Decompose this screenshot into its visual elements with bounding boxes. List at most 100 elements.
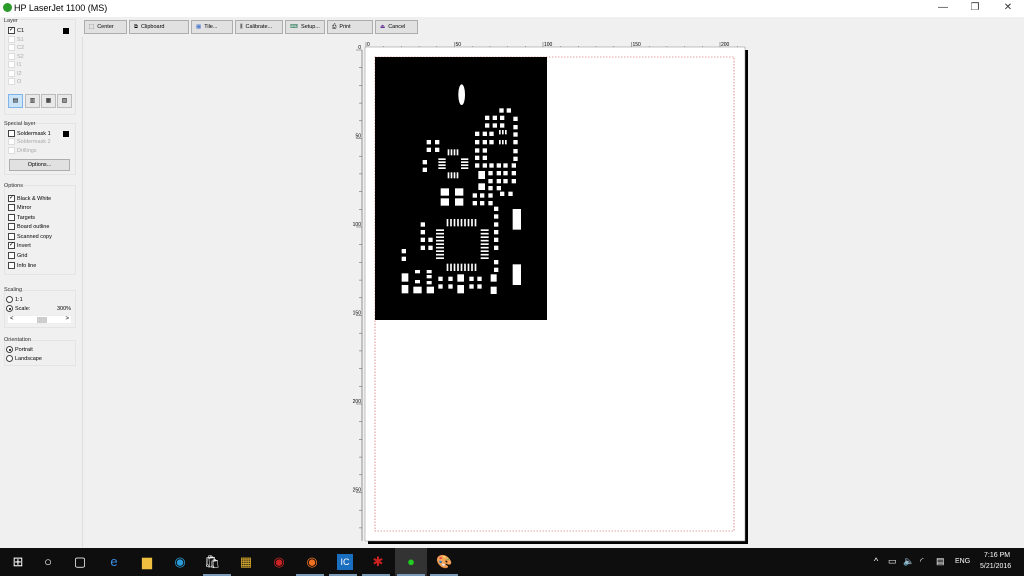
orientation-portrait-radio[interactable]: Portrait: [6, 345, 33, 354]
app-bug-icon[interactable]: ✱: [370, 554, 386, 570]
pcb-pad: [496, 186, 501, 191]
pcb-pad: [494, 206, 499, 211]
checkbox[interactable]: [8, 130, 15, 137]
tray-chevron-icon[interactable]: ^: [874, 556, 878, 566]
checkbox: [8, 78, 15, 85]
checkbox[interactable]: [8, 262, 15, 269]
label: Clipboard: [140, 24, 165, 30]
tile-button[interactable]: ▦ Tile...: [191, 20, 233, 34]
layer-view-icon-2[interactable]: ▥: [25, 94, 40, 108]
soldermask-color-swatch[interactable]: [63, 131, 69, 137]
pcb-pad: [500, 123, 505, 128]
action-center-icon[interactable]: ▤: [936, 556, 945, 567]
option-scanned-copy[interactable]: Scanned copy: [8, 232, 52, 241]
pcb-pad: [478, 171, 485, 179]
checkbox[interactable]: ✓: [8, 242, 15, 249]
checkbox[interactable]: ✓: [8, 27, 15, 34]
option-targets[interactable]: Targets: [8, 213, 35, 222]
checkbox[interactable]: [8, 252, 15, 259]
label: Drillings: [17, 147, 37, 154]
center-button[interactable]: ⬚ Center: [84, 20, 127, 34]
pcb-pad: [494, 222, 499, 227]
file-explorer-icon[interactable]: ▆: [139, 554, 155, 570]
pcb-pad: [458, 84, 465, 105]
checkbox[interactable]: ✓: [8, 195, 15, 202]
label: Targets: [17, 214, 36, 221]
setup-button[interactable]: ⌨ Setup...: [285, 20, 325, 34]
pcb-pad: [508, 191, 513, 196]
scaling-1-1-radio[interactable]: 1:1: [6, 295, 23, 304]
scroll-left-arrow[interactable]: <: [10, 316, 14, 322]
scale-slider-thumb[interactable]: [37, 317, 47, 323]
clipboard-button[interactable]: ⧉ Clipboard: [129, 20, 189, 34]
firefox-icon[interactable]: ◉: [304, 554, 320, 570]
store-icon[interactable]: 🛍: [204, 554, 221, 570]
options-button[interactable]: Options...: [9, 159, 70, 171]
option-invert[interactable]: ✓ Invert: [8, 241, 31, 250]
pcb-pad: [485, 115, 490, 120]
calibrate-button[interactable]: ⫼ Calibrate...: [235, 20, 283, 34]
option-mirror[interactable]: Mirror: [8, 203, 31, 212]
layer-color-swatch[interactable]: [63, 28, 69, 34]
app-yellow-icon[interactable]: ▦: [238, 554, 254, 570]
pcb-pad: [453, 263, 456, 271]
option-grid[interactable]: Grid: [8, 251, 27, 260]
search-icon[interactable]: ○: [40, 554, 56, 570]
radio[interactable]: [6, 296, 13, 303]
pcb-pad: [420, 245, 425, 250]
options-title: Options: [4, 183, 23, 189]
radio[interactable]: [6, 355, 13, 362]
layer-view-icon-4[interactable]: ▧: [57, 94, 72, 108]
paint-icon[interactable]: 🎨: [436, 554, 452, 570]
wifi-icon[interactable]: ◜: [920, 556, 924, 567]
scroll-right-arrow[interactable]: >: [65, 316, 69, 322]
ruler-left-label: 250: [353, 488, 362, 494]
label: Cancel: [388, 24, 406, 30]
print-button[interactable]: ⎙ Print: [327, 20, 373, 34]
setup-icon: ⌨: [290, 24, 298, 30]
close-button[interactable]: ✕: [993, 2, 1023, 15]
option-info-line[interactable]: Info line: [8, 261, 36, 270]
radio[interactable]: [6, 305, 13, 312]
option-board-outline[interactable]: Board outline: [8, 222, 49, 231]
layer-view-icon-1[interactable]: ▤: [8, 94, 23, 108]
scaling-scale-radio[interactable]: Scale:: [6, 304, 30, 313]
restore-button[interactable]: ❐: [960, 2, 990, 15]
option-black-white[interactable]: ✓ Black & White: [8, 194, 51, 203]
checkbox[interactable]: [8, 204, 15, 211]
pcb-pad: [460, 263, 463, 271]
pcb-pad: [440, 188, 449, 196]
cancel-button[interactable]: ⏏ Cancel: [375, 20, 418, 34]
label: S1: [17, 36, 24, 43]
layer-c1[interactable]: ✓ C1: [8, 26, 24, 35]
layer-view-icon-3[interactable]: ▦: [41, 94, 56, 108]
orientation-landscape-radio[interactable]: Landscape: [6, 354, 42, 363]
checkbox[interactable]: [8, 223, 15, 230]
scale-slider[interactable]: < >: [7, 315, 72, 324]
edge-icon[interactable]: e: [106, 554, 122, 570]
pcb-pad: [480, 201, 485, 206]
app-ic-icon[interactable]: IC: [337, 554, 353, 570]
task-view-icon[interactable]: ▢: [72, 554, 88, 570]
pcb-pad: [489, 140, 494, 145]
app-red-icon[interactable]: ◉: [271, 554, 287, 570]
windows-start-icon[interactable]: ⊞: [10, 554, 26, 570]
pcb-pad: [472, 193, 477, 198]
label: Tile...: [204, 24, 218, 30]
checkbox[interactable]: [8, 214, 15, 221]
volume-icon[interactable]: 🔈: [903, 556, 914, 567]
radio[interactable]: [6, 346, 13, 353]
clock-date[interactable]: 5/21/2016: [980, 563, 1011, 570]
app-c-icon[interactable]: ◉: [172, 554, 188, 570]
pcb-app-icon[interactable]: ●: [403, 554, 419, 570]
pcb-pad: [464, 219, 466, 227]
pcb-pad: [469, 284, 474, 289]
checkbox[interactable]: [8, 233, 15, 240]
pcb-pad: [480, 246, 489, 249]
clock-time[interactable]: 7:16 PM: [984, 552, 1010, 559]
label: C2: [17, 44, 25, 51]
battery-icon[interactable]: ▭: [888, 556, 897, 567]
language-indicator[interactable]: ENG: [955, 558, 970, 565]
pcb-pad: [502, 140, 504, 145]
minimize-button[interactable]: —: [928, 2, 958, 15]
